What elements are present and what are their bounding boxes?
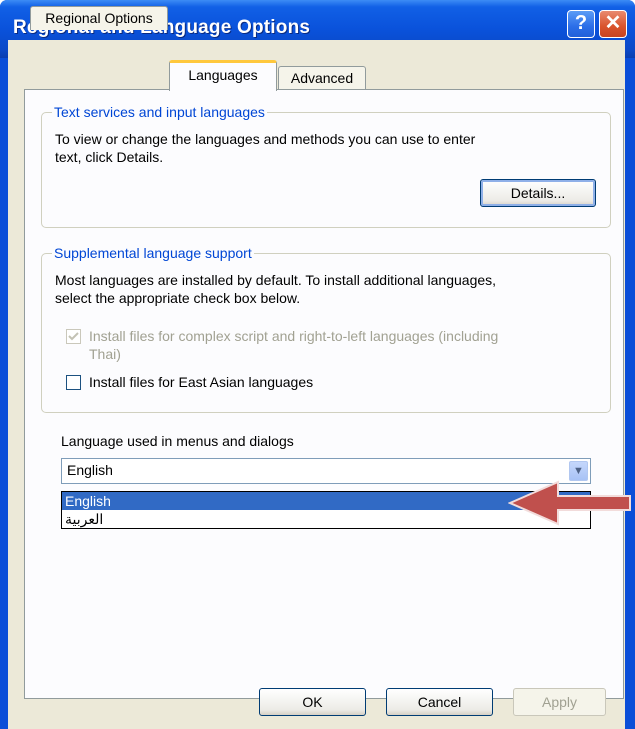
help-button[interactable]: ? <box>567 10 595 38</box>
tab-regional-options[interactable]: Regional Options <box>30 6 168 30</box>
details-button[interactable]: Details... <box>480 179 596 207</box>
cancel-button[interactable]: Cancel <box>386 688 493 716</box>
languages-tab-panel: Text services and input languages To vie… <box>24 89 624 699</box>
menu-language-label: Language used in menus and dialogs <box>61 433 294 449</box>
tab-advanced[interactable]: Advanced <box>278 66 366 90</box>
complex-script-label-1: Install files for complex script and rig… <box>89 328 499 344</box>
supplemental-language-group: Supplemental language support Most langu… <box>41 245 611 413</box>
east-asian-label: Install files for East Asian languages <box>89 374 314 390</box>
close-button[interactable]: ✕ <box>599 10 627 38</box>
ok-button[interactable]: OK <box>259 688 366 716</box>
checkmark-icon <box>68 332 79 341</box>
tab-languages[interactable]: Languages <box>169 60 277 91</box>
close-icon: ✕ <box>604 12 622 34</box>
menu-language-selected: English <box>67 462 113 478</box>
text-services-group: Text services and input languages To vie… <box>41 104 611 228</box>
supplemental-title: Supplemental language support <box>52 245 254 261</box>
arrow-shape <box>508 480 631 526</box>
supplemental-description-1: Most languages are installed by default.… <box>55 272 497 288</box>
text-services-description-1: To view or change the languages and meth… <box>55 131 476 147</box>
text-services-description-2: text, click Details. <box>55 149 164 165</box>
text-services-title: Text services and input languages <box>52 104 267 120</box>
apply-button[interactable]: Apply <box>513 688 606 716</box>
complex-script-checkbox[interactable] <box>66 329 81 344</box>
supplemental-description-2: select the appropriate check box below. <box>55 290 301 306</box>
east-asian-checkbox[interactable] <box>66 375 81 390</box>
complex-script-label-2: Thai) <box>89 346 121 362</box>
annotation-arrow-icon <box>508 480 631 526</box>
